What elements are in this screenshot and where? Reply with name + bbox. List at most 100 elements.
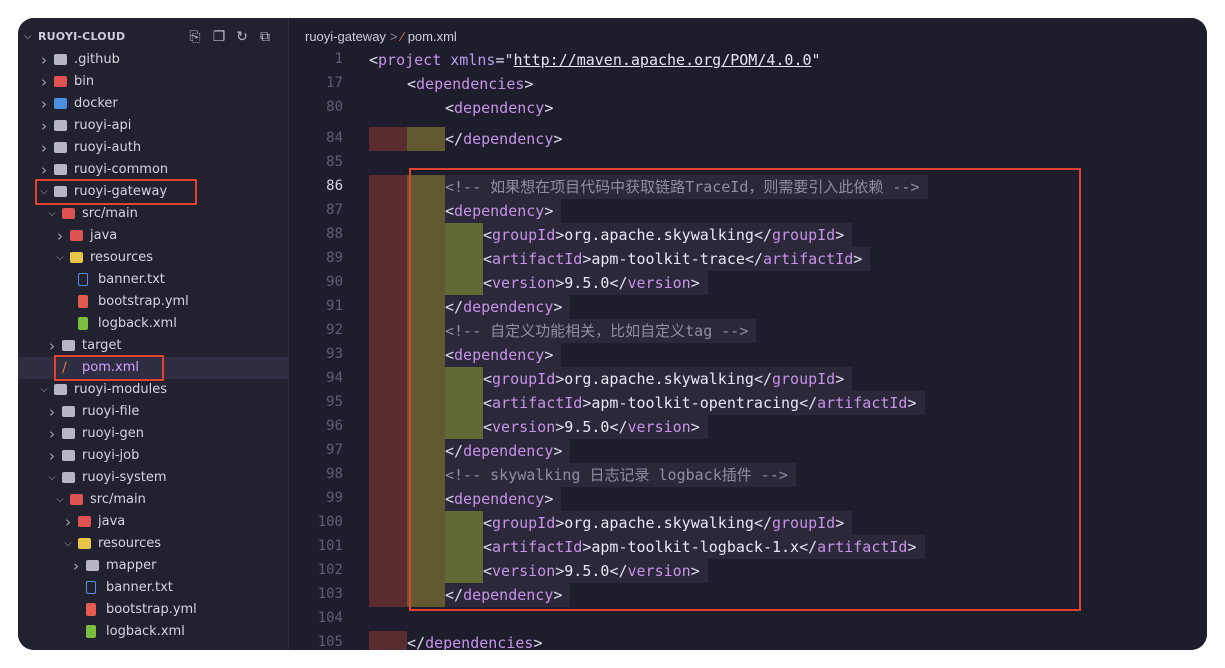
chevron-right-icon[interactable]: › bbox=[38, 71, 50, 93]
refresh-icon[interactable]: ↻ bbox=[233, 28, 251, 46]
code-line[interactable]: <project xmlns="http://maven.apache.org/… bbox=[369, 48, 821, 72]
line-number: 101 bbox=[317, 538, 343, 554]
indent-guide bbox=[369, 487, 407, 511]
folder-icon bbox=[78, 538, 91, 549]
indent-guide bbox=[369, 343, 407, 367]
chevron-down-icon[interactable]: ⌵ bbox=[46, 467, 58, 489]
indent-guide bbox=[369, 295, 407, 319]
line-number: 105 bbox=[317, 634, 343, 650]
tree-folder[interactable]: ⌵ src/main bbox=[18, 203, 288, 225]
folder-icon bbox=[62, 340, 75, 351]
code-line[interactable]: <dependencies> bbox=[407, 72, 533, 96]
tree-item-label: src/main bbox=[82, 206, 138, 221]
line-number: 100 bbox=[317, 514, 343, 530]
chevron-right-icon[interactable]: › bbox=[38, 137, 50, 159]
code-editor[interactable]: ruoyi-gateway > ∕ pom.xml 1 <project xmlns="… bbox=[289, 18, 1207, 650]
tree-file[interactable]: logback.xml bbox=[18, 621, 288, 643]
tree-folder[interactable]: ⌵ ruoyi-system bbox=[18, 467, 288, 489]
tree-folder[interactable]: › ruoyi-api bbox=[18, 115, 288, 137]
indent-guide bbox=[369, 247, 407, 271]
code-line[interactable]: </dependencies> bbox=[407, 631, 542, 650]
yml-file-icon bbox=[78, 295, 88, 308]
tree-file[interactable]: bootstrap.yml bbox=[18, 291, 288, 313]
chevron-right-icon[interactable]: › bbox=[38, 159, 50, 181]
tree-item-label: bootstrap.yml bbox=[106, 602, 197, 617]
chevron-down-icon[interactable]: ⌵ bbox=[62, 533, 74, 555]
folder-icon bbox=[70, 494, 83, 505]
tree-folder[interactable]: › mapper bbox=[18, 555, 288, 577]
line-number: 95 bbox=[326, 394, 343, 410]
tree-file[interactable]: banner.txt bbox=[18, 577, 288, 599]
indent-guide bbox=[369, 583, 407, 607]
tree-item-label: java bbox=[90, 228, 118, 243]
tree-item-label: mapper bbox=[106, 558, 157, 573]
indent-guide bbox=[369, 367, 407, 391]
tree-item-label: banner.txt bbox=[106, 580, 173, 595]
chevron-right-icon[interactable]: › bbox=[38, 49, 50, 71]
chevron-right-icon[interactable]: › bbox=[54, 225, 66, 247]
tree-file[interactable]: bootstrap.yml bbox=[18, 599, 288, 621]
chevron-right-icon[interactable]: › bbox=[38, 115, 50, 137]
tree-folder[interactable]: › java bbox=[18, 225, 288, 247]
chevron-right-icon[interactable]: › bbox=[46, 401, 58, 423]
yml-file-icon bbox=[86, 603, 96, 616]
indent-guide bbox=[369, 175, 407, 199]
folder-icon bbox=[62, 406, 75, 417]
chevron-right-icon[interactable]: › bbox=[46, 335, 58, 357]
chevron-right-icon[interactable]: › bbox=[62, 511, 74, 533]
tree-folder[interactable]: › java bbox=[18, 511, 288, 533]
line-number: 84 bbox=[326, 130, 343, 146]
annotation-box-gateway bbox=[35, 179, 197, 205]
tree-folder[interactable]: › .github bbox=[18, 49, 288, 71]
chevron-down-icon[interactable]: ⌵ bbox=[24, 31, 32, 42]
txt-file-icon bbox=[86, 581, 96, 594]
tree-item-label: src/main bbox=[90, 492, 146, 507]
chevron-down-icon[interactable]: ⌵ bbox=[46, 203, 58, 225]
tree-file[interactable]: logback.xml bbox=[18, 313, 288, 335]
chevron-down-icon[interactable]: ⌵ bbox=[38, 379, 50, 401]
indent-guide bbox=[369, 415, 407, 439]
line-number: 98 bbox=[326, 466, 343, 482]
folder-icon bbox=[78, 516, 91, 527]
tree-folder[interactable]: › docker bbox=[18, 93, 288, 115]
indent-guide bbox=[369, 391, 407, 415]
chevron-right-icon[interactable]: › bbox=[46, 445, 58, 467]
collapse-all-icon[interactable]: ⧉ bbox=[256, 28, 274, 46]
breadcrumb-folder[interactable]: ruoyi-gateway bbox=[305, 29, 386, 44]
tree-item-label: ruoyi-job bbox=[82, 448, 140, 463]
tree-item-label: ruoyi-gen bbox=[82, 426, 145, 441]
tree-item-label: bin bbox=[74, 74, 95, 89]
tree-folder[interactable]: › ruoyi-gen bbox=[18, 423, 288, 445]
tree-folder[interactable]: › ruoyi-common bbox=[18, 159, 288, 181]
tree-item-label: java bbox=[98, 514, 126, 529]
breadcrumb-file[interactable]: pom.xml bbox=[408, 29, 457, 44]
line-number: 1 bbox=[334, 51, 343, 67]
folder-icon bbox=[54, 98, 67, 109]
chevron-right-icon[interactable]: › bbox=[38, 93, 50, 115]
tree-folder[interactable]: ⌵ src/main bbox=[18, 489, 288, 511]
chevron-down-icon[interactable]: ⌵ bbox=[54, 489, 66, 511]
tree-folder[interactable]: › ruoyi-file bbox=[18, 401, 288, 423]
chevron-right-icon[interactable]: › bbox=[70, 555, 82, 577]
tree-folder[interactable]: › ruoyi-job bbox=[18, 445, 288, 467]
tree-folder[interactable]: › target bbox=[18, 335, 288, 357]
indent-guide bbox=[369, 199, 407, 223]
chevron-down-icon[interactable]: ⌵ bbox=[54, 247, 66, 269]
tree-folder[interactable]: ⌵ resources bbox=[18, 533, 288, 555]
tree-folder[interactable]: ⌵ resources bbox=[18, 247, 288, 269]
tree-item-label: ruoyi-file bbox=[82, 404, 140, 419]
folder-icon bbox=[62, 450, 75, 461]
tree-folder[interactable]: › bin bbox=[18, 71, 288, 93]
line-number: 87 bbox=[326, 202, 343, 218]
tree-folder[interactable]: ⌵ ruoyi-modules bbox=[18, 379, 288, 401]
code-line[interactable]: <dependency> bbox=[445, 96, 553, 120]
folder-icon bbox=[54, 54, 67, 65]
new-file-icon[interactable]: ⎘ bbox=[186, 28, 204, 46]
code-line[interactable]: </dependency> bbox=[445, 127, 562, 151]
tree-file[interactable]: banner.txt bbox=[18, 269, 288, 291]
tree-folder[interactable]: › ruoyi-auth bbox=[18, 137, 288, 159]
xml-file-icon: ∕ bbox=[401, 29, 404, 44]
chevron-right-icon[interactable]: › bbox=[46, 423, 58, 445]
folder-icon bbox=[54, 384, 67, 395]
new-folder-icon[interactable]: ❐ bbox=[210, 28, 228, 46]
